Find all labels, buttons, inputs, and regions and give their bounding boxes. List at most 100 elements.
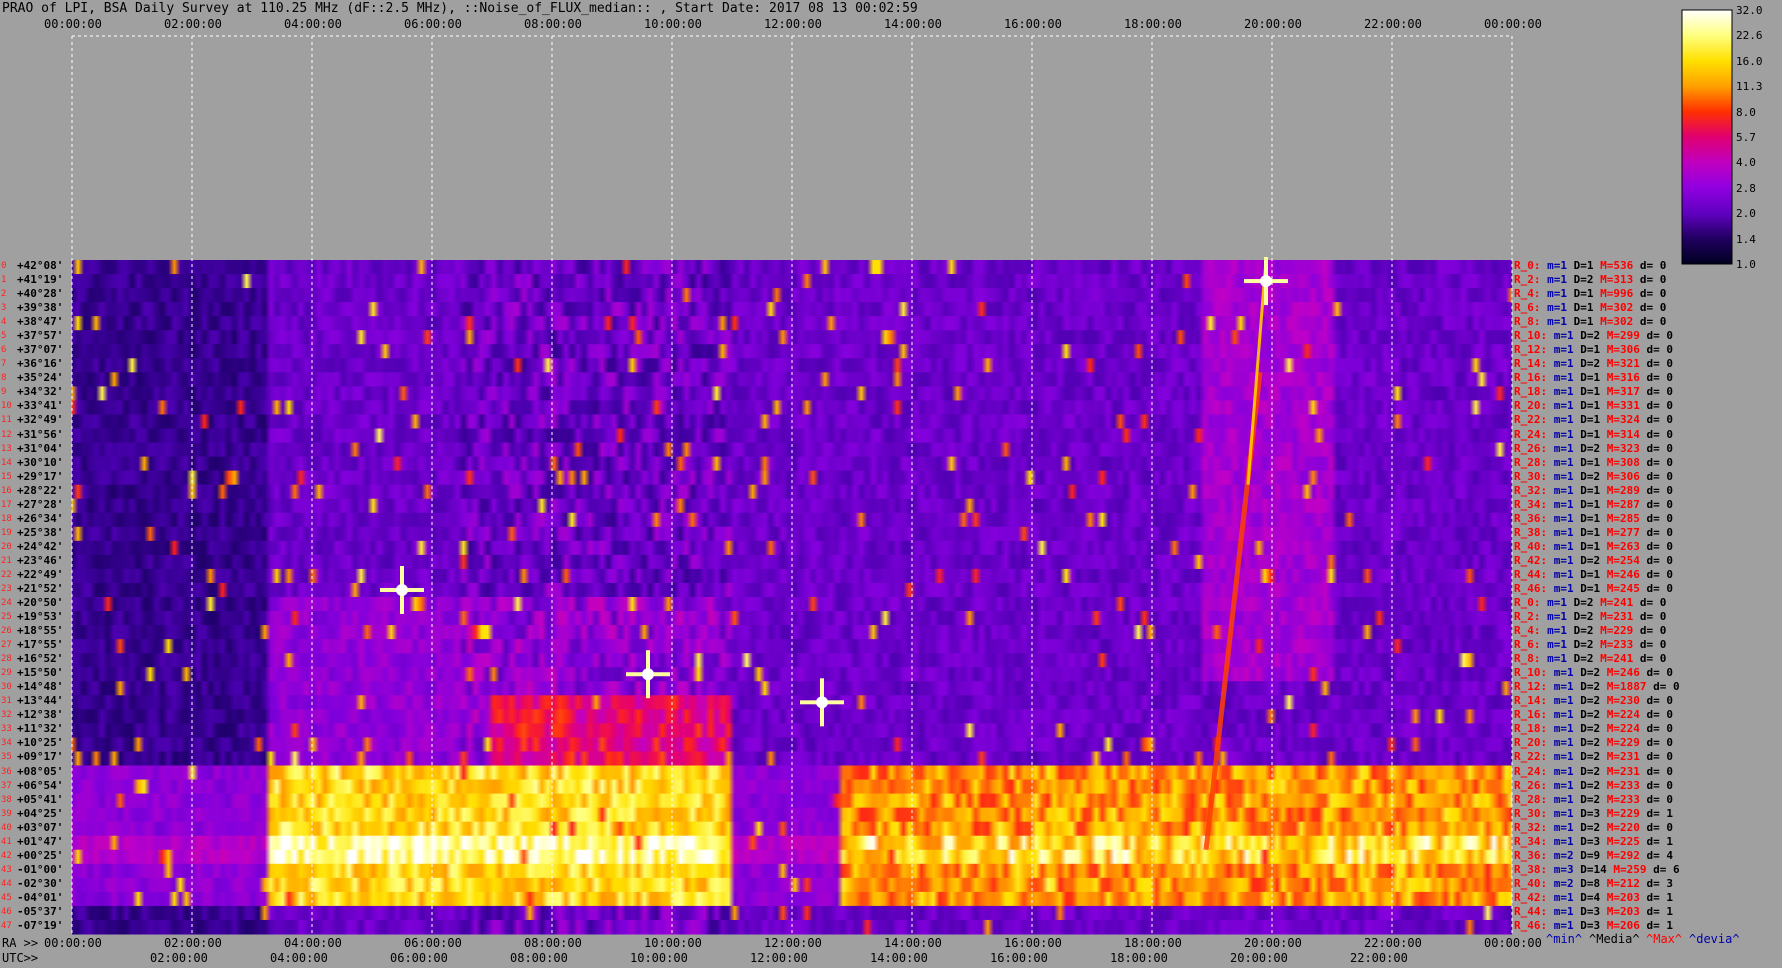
max-value: M=331 <box>1606 399 1647 413</box>
ray-label: R_46: <box>1514 918 1554 932</box>
ray-label: R_32: <box>1514 483 1554 497</box>
ray-stat-row: R_40: m=2 D=8 M=212 d= 3 <box>1514 877 1680 890</box>
max-value: M=246 <box>1606 567 1647 581</box>
median-value: D=2 <box>1573 610 1601 624</box>
median-value: D=1 <box>1580 581 1607 595</box>
declination-label: +35°24' <box>17 371 64 385</box>
median-value: D=1 <box>1580 385 1607 399</box>
min-value: m=1 <box>1547 596 1574 609</box>
colorbar-label: 4.0 <box>1736 156 1756 170</box>
top-tick-label: 04:00:00 <box>284 17 342 31</box>
colorbar-label: 16.0 <box>1736 54 1763 68</box>
declination-label: +19°53' <box>17 610 64 624</box>
row-number: 30 <box>1 682 12 693</box>
row-number: 18 <box>1 513 12 524</box>
max-value: M=231 <box>1600 610 1640 624</box>
max-value: M=220 <box>1606 820 1647 834</box>
declination-label: +15°50' <box>17 666 64 680</box>
deviation-value: d= 0 <box>1639 315 1673 329</box>
ray-label: R_0: <box>1514 259 1548 272</box>
min-value: m=1 <box>1547 652 1574 666</box>
declination-label: +27°28' <box>17 497 64 511</box>
min-value: m=1 <box>1553 469 1581 483</box>
declination-label: +28°22' <box>17 483 64 497</box>
ray-label: R_8: <box>1514 315 1548 329</box>
ray-stat-row: R_2: m=1 D=2 M=231 d= 0 <box>1514 610 1673 623</box>
ra-tick-label: 04:00:00 <box>284 936 342 950</box>
top-tick-label: 12:00:00 <box>764 17 822 31</box>
ray-stat-row: R_28: m=1 D=1 M=308 d= 0 <box>1514 456 1680 469</box>
min-value: m=1 <box>1553 525 1581 539</box>
median-value: D=1 <box>1580 497 1607 511</box>
min-value: m=1 <box>1553 918 1581 932</box>
ray-stat-row: R_36: m=2 D=9 M=292 d= 4 <box>1514 849 1680 862</box>
row-number: 17 <box>1 499 12 510</box>
median-value: D=1 <box>1580 567 1607 581</box>
deviation-value: d= 0 <box>1646 525 1680 539</box>
heatmap-row <box>72 723 1512 738</box>
declination-label: +39°38' <box>17 301 64 315</box>
min-value: m=1 <box>1553 764 1581 778</box>
deviation-value: d= 0 <box>1653 680 1687 694</box>
ray-label: R_6: <box>1514 638 1548 652</box>
declination-label: +21°52' <box>17 581 64 595</box>
max-value: M=313 <box>1600 273 1640 287</box>
declination-label: +14°48' <box>17 680 64 694</box>
ray-label: R_4: <box>1514 624 1548 638</box>
row-number: 16 <box>1 485 12 496</box>
ray-stat-row: R_40: m=1 D=1 M=263 d= 0 <box>1514 540 1680 553</box>
legend-item: ^Media^ <box>1589 932 1640 946</box>
deviation-value: d= 0 <box>1646 427 1680 441</box>
max-value: M=536 <box>1600 259 1640 272</box>
row-number: 43 <box>1 864 12 875</box>
median-value: D=1 <box>1580 483 1607 497</box>
ray-stat-row: R_38: m=3 D=14 M=259 d= 6 <box>1514 863 1686 876</box>
ray-stat-row: R_4: m=1 D=2 M=229 d= 0 <box>1514 624 1673 637</box>
max-value: M=233 <box>1606 792 1647 806</box>
top-tick-label: 00:00:00 <box>44 17 102 31</box>
min-value: m=1 <box>1553 820 1581 834</box>
utc-tick-label: 04:00:00 <box>270 951 328 965</box>
declination-label: -01°00' <box>17 862 64 876</box>
min-value: m=1 <box>1547 624 1574 638</box>
median-value: D=2 <box>1573 624 1601 638</box>
ray-stat-row: R_20: m=1 D=1 M=331 d= 0 <box>1514 399 1680 412</box>
max-value: M=233 <box>1600 638 1640 652</box>
max-value: M=302 <box>1600 301 1640 315</box>
top-tick-label: 00:00:00 <box>1484 17 1542 31</box>
max-value: M=324 <box>1606 413 1647 427</box>
row-number: 25 <box>1 612 12 623</box>
ray-stat-row: R_2: m=1 D=2 M=313 d= 0 <box>1514 273 1673 286</box>
deviation-value: d= 0 <box>1646 750 1680 764</box>
row-number: 20 <box>1 541 12 552</box>
ra-tick-label: 20:00:00 <box>1244 936 1302 950</box>
ray-label: R_22: <box>1514 413 1554 427</box>
deviation-value: d= 6 <box>1653 862 1687 876</box>
legend-item: ^Max^ <box>1646 932 1683 946</box>
max-value: M=306 <box>1606 469 1647 483</box>
declination-label: +18°55' <box>17 624 64 638</box>
declination-label: +22°49' <box>17 567 64 581</box>
median-value: D=1 <box>1580 371 1607 385</box>
colorbar-label: 1.0 <box>1736 258 1756 271</box>
deviation-value: d= 1 <box>1646 904 1680 918</box>
colorbar-label: 8.0 <box>1736 105 1756 119</box>
ray-stat-row: R_46: m=1 D=1 M=245 d= 0 <box>1514 582 1680 595</box>
deviation-value: d= 0 <box>1646 441 1680 455</box>
row-number: 12 <box>1 429 12 440</box>
ray-label: R_10: <box>1514 666 1554 680</box>
min-value: m=1 <box>1547 273 1574 287</box>
min-value: m=1 <box>1553 511 1581 525</box>
row-number: 2 <box>1 289 7 300</box>
deviation-value: d= 0 <box>1646 385 1680 399</box>
max-value: M=212 <box>1606 876 1647 890</box>
min-value: m=1 <box>1553 357 1581 371</box>
max-value: M=246 <box>1606 666 1647 680</box>
deviation-value: d= 1 <box>1646 918 1680 932</box>
deviation-value: d= 0 <box>1639 596 1673 609</box>
min-value: m=1 <box>1553 792 1581 806</box>
ray-stat-row: R_28: m=1 D=2 M=233 d= 0 <box>1514 793 1680 806</box>
max-value: M=229 <box>1600 624 1640 638</box>
deviation-value: d= 0 <box>1646 469 1680 483</box>
max-value: M=287 <box>1606 497 1647 511</box>
